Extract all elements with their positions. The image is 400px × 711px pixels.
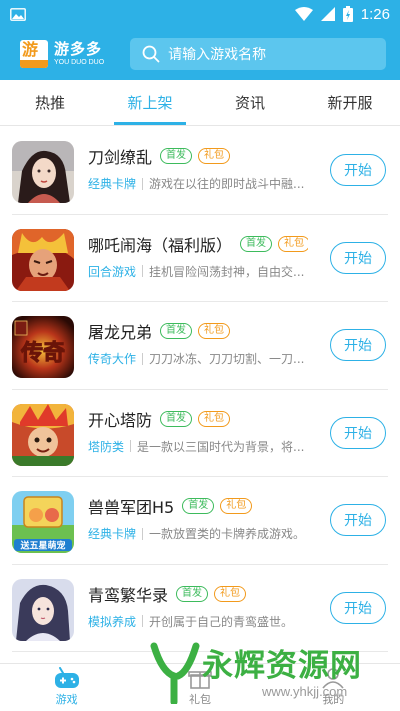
game-title: 兽兽军团H5 xyxy=(88,498,175,517)
game-icon[interactable] xyxy=(12,403,74,466)
tab-label: 热推 xyxy=(34,94,65,112)
first-release-badge: 首发 xyxy=(176,585,209,602)
game-row[interactable]: 青鸾繁华录 首发 礼包 模拟养成 开创属于自己的青鸾盛世。 开始 xyxy=(12,565,388,652)
game-icon-text: 送五星萌宠 xyxy=(19,540,65,552)
first-release-badge: 首发 xyxy=(160,410,193,427)
gift-icon xyxy=(188,671,212,689)
game-category: 传奇大作 xyxy=(88,352,137,366)
battery-icon xyxy=(342,6,353,22)
game-icon-text: 传奇 xyxy=(20,340,65,366)
gift-badge: 礼包 xyxy=(198,410,231,427)
start-button[interactable]: 开始 xyxy=(330,504,386,536)
bottom-nav: 游戏 礼包 我的 xyxy=(0,663,400,711)
game-description: 挂机冒险闯荡封神，自由交... xyxy=(149,264,305,279)
start-button[interactable]: 开始 xyxy=(330,591,386,624)
start-button[interactable]: 开始 xyxy=(330,241,386,274)
game-icon[interactable] xyxy=(12,578,74,641)
logo-badge: 游 xyxy=(20,40,48,68)
game-icon[interactable] xyxy=(12,141,74,203)
nav-label: 礼包 xyxy=(188,693,211,706)
search-icon xyxy=(142,45,160,63)
game-row[interactable]: 开心塔防 首发 礼包 塔防类 是一款以三国时代为背景，将... 开始 xyxy=(12,390,388,477)
game-row[interactable]: 送五星萌宠 兽兽军团H5 首发 礼包 经典卡牌 一款放置类的卡牌养成游戏。 开始 xyxy=(12,477,388,565)
game-row[interactable]: 传奇 屠龙兄弟 首发 礼包 传奇大作 刀刀冰冻、刀刀切割、一刀... 开始 xyxy=(12,302,388,390)
status-time: 1:26 xyxy=(360,5,390,23)
nav-mine[interactable]: 我的 xyxy=(267,664,400,711)
user-icon xyxy=(322,668,344,689)
game-icon[interactable] xyxy=(12,228,74,291)
gamepad-icon xyxy=(54,667,79,688)
game-icon[interactable]: 送五星萌宠 xyxy=(12,491,74,553)
game-row[interactable]: 刀剑缭乱 首发 礼包 经典卡牌 游戏在以往的即时战斗中融... 开始 xyxy=(12,127,388,215)
tab-news[interactable]: 资讯 xyxy=(200,80,300,125)
app-logo: 游 游多多 YOU DUO DUO xyxy=(20,40,104,68)
tab-hot[interactable]: 热推 xyxy=(0,80,100,125)
game-title: 青鸾繁华录 xyxy=(88,585,169,605)
logo-subtitle: YOU DUO DUO xyxy=(54,59,105,66)
tab-label: 新开服 xyxy=(327,94,373,112)
nav-gifts[interactable]: 礼包 xyxy=(133,664,266,711)
status-bar: 1:26 xyxy=(0,0,400,28)
start-button[interactable]: 开始 xyxy=(330,416,386,449)
start-button[interactable]: 开始 xyxy=(330,154,386,186)
first-release-badge: 首发 xyxy=(160,148,193,164)
first-release-badge: 首发 xyxy=(240,235,273,252)
gift-badge: 礼包 xyxy=(198,148,231,164)
gallery-icon xyxy=(10,7,26,21)
game-category: 模拟养成 xyxy=(88,614,137,629)
search-placeholder: 请输入游戏名称 xyxy=(168,47,267,63)
nav-label: 游戏 xyxy=(55,693,78,706)
nav-games[interactable]: 游戏 xyxy=(0,664,133,711)
tab-new-servers[interactable]: 新开服 xyxy=(300,80,400,125)
start-button[interactable]: 开始 xyxy=(330,329,386,361)
game-category: 回合游戏 xyxy=(88,264,137,279)
first-release-badge: 首发 xyxy=(160,323,193,339)
tab-label: 资讯 xyxy=(234,94,265,112)
search-input[interactable]: 请输入游戏名称 xyxy=(130,38,386,70)
game-title: 刀剑缭乱 xyxy=(88,148,153,167)
tab-label: 新上架 xyxy=(127,94,173,112)
gift-badge: 礼包 xyxy=(214,585,247,602)
game-title: 屠龙兄弟 xyxy=(88,323,153,342)
game-description: 刀刀冰冻、刀刀切割、一刀... xyxy=(149,352,305,366)
wifi-icon xyxy=(294,7,313,21)
game-category: 经典卡牌 xyxy=(88,527,137,541)
game-title: 哪吒闹海（福利版） xyxy=(88,235,233,255)
gift-badge: 礼包 xyxy=(198,323,231,339)
logo-glyph: 游 xyxy=(22,40,39,59)
nav-label: 我的 xyxy=(322,693,345,706)
category-tabs: 热推 新上架 资讯 新开服 xyxy=(0,80,400,126)
game-category: 经典卡牌 xyxy=(88,177,137,191)
gift-badge: 礼包 xyxy=(278,235,308,252)
gift-badge: 礼包 xyxy=(220,498,253,514)
tab-new[interactable]: 新上架 xyxy=(100,80,200,125)
game-list: 刀剑缭乱 首发 礼包 经典卡牌 游戏在以往的即时战斗中融... 开始 哪吒闹海（… xyxy=(0,127,400,652)
signal-icon xyxy=(320,7,335,21)
game-row[interactable]: 哪吒闹海（福利版） 首发 礼包 回合游戏 挂机冒险闯荡封神，自由交... 开始 xyxy=(12,215,388,302)
game-title: 开心塔防 xyxy=(88,410,153,430)
game-icon[interactable]: 传奇 xyxy=(12,316,74,378)
logo-name: 游多多 xyxy=(54,40,103,58)
game-category: 塔防类 xyxy=(88,439,125,454)
first-release-badge: 首发 xyxy=(182,498,215,514)
game-description: 一款放置类的卡牌养成游戏。 xyxy=(149,527,306,541)
game-description: 游戏在以往的即时战斗中融... xyxy=(149,177,305,191)
app-header: 游 游多多 YOU DUO DUO 请输入游戏名称 xyxy=(0,28,400,80)
game-description: 开创属于自己的青鸾盛世。 xyxy=(149,614,294,629)
game-description: 是一款以三国时代为背景，将... xyxy=(137,439,305,454)
